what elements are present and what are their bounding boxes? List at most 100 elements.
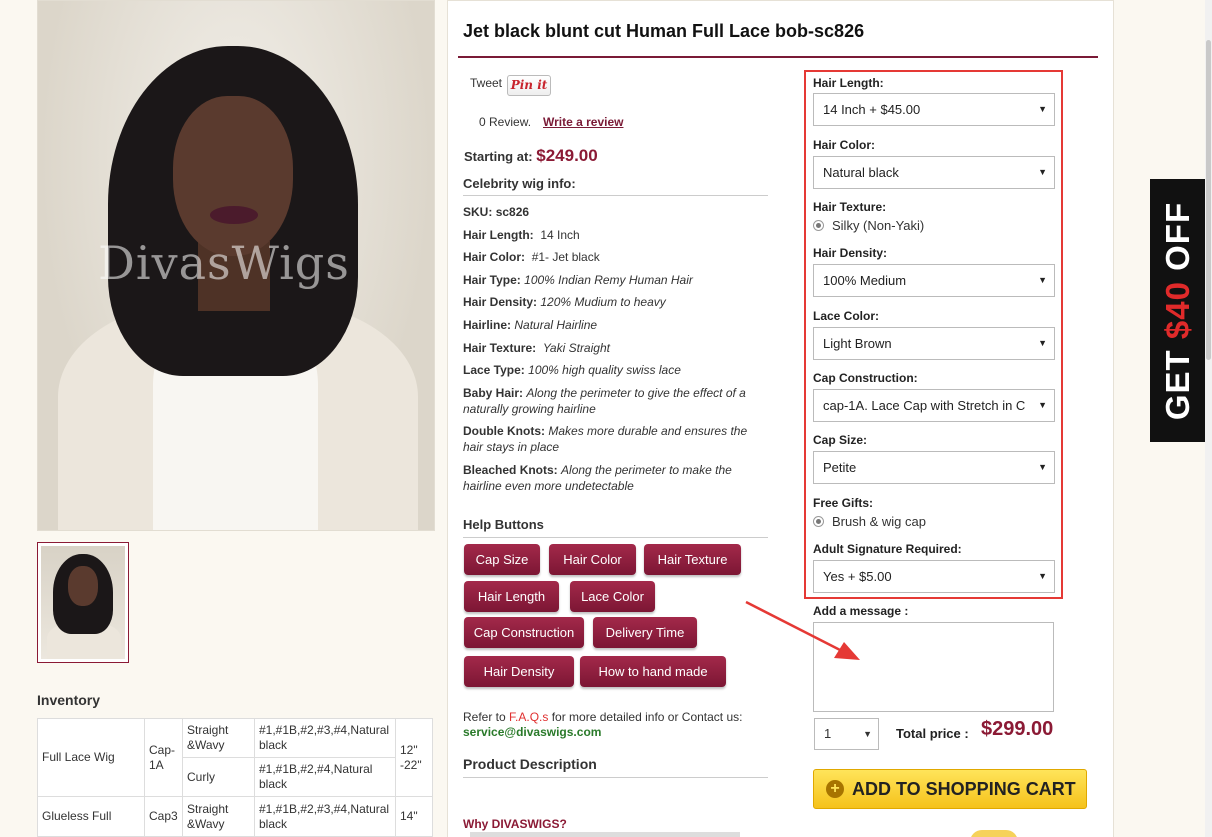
hair-length-select[interactable]: 14 Inch + $45.00 ▼ [813,93,1055,126]
chevron-down-icon: ▼ [1038,571,1047,581]
inventory-title: Inventory [37,692,101,708]
review-count: 0 Review. [479,115,532,129]
description-divider [463,777,768,778]
info-title: Celebrity wig info: [463,176,576,191]
tweet-button[interactable]: Tweet [470,76,502,90]
trust-badge [970,830,1018,837]
inventory-cell-type: Full Lace Wig [37,718,145,797]
lace-color-label: Lace Color: [813,309,880,323]
hair-texture-radio[interactable]: Silky (Non-Yaki) [813,218,924,233]
product-thumbnail[interactable] [37,542,129,663]
starting-price: Starting at: $249.00 [464,146,598,166]
chevron-down-icon: ▼ [1038,104,1047,114]
inventory-cell-texture: Straight &Wavy [182,718,255,758]
scrollbar-thumb[interactable] [1206,40,1211,360]
help-title: Help Buttons [463,517,544,532]
cap-construction-select[interactable]: cap-1A. Lace Cap with Stretch in C ▼ [813,389,1055,422]
image-watermark: DivasWigs [98,236,350,290]
title-divider [458,56,1098,58]
inventory-table: Full Lace Wig Cap-1A Straight &Wavy #1,#… [37,718,433,837]
chevron-down-icon: ▼ [1038,462,1047,472]
annotation-arrow-icon [745,600,860,660]
help-button-cap-size[interactable]: Cap Size [464,544,540,575]
hair-density-select[interactable]: 100% Medium ▼ [813,264,1055,297]
info-row-baby-hair: Baby Hair: Along the perimeter to give t… [463,385,746,416]
hair-density-label: Hair Density: [813,246,888,260]
chevron-down-icon: ▼ [1038,400,1047,410]
help-divider [463,537,768,538]
total-price-value: $299.00 [981,718,1054,740]
photo-face [173,96,293,256]
signature-label: Adult Signature Required: [813,542,962,556]
free-gifts-label: Free Gifts: [813,496,874,510]
inventory-cell-cap: Cap3 [144,796,183,837]
wig-info-list: SKU: sc826 Hair Length: 14 Inch Hair Col… [463,204,768,501]
help-button-lace-color[interactable]: Lace Color [570,581,655,612]
faq-link[interactable]: F.A.Q.s [509,710,548,724]
pinit-button[interactable]: Pin it [507,75,551,96]
inventory-cell-texture: Curly [182,757,255,797]
help-button-cap-construction[interactable]: Cap Construction [464,617,584,648]
product-description-title: Product Description [463,756,597,772]
contact-email-link[interactable]: service@divaswigs.com [463,725,601,739]
inventory-cell-texture: Straight &Wavy [182,796,255,837]
write-review-link[interactable]: Write a review [543,115,623,129]
free-gifts-radio[interactable]: Brush & wig cap [813,514,926,529]
inventory-cell-colors: #1,#1B,#2,#3,#4,Natural black [254,796,396,837]
chevron-down-icon: ▼ [1038,338,1047,348]
starting-price-value: $249.00 [536,146,598,165]
contact-text: Refer to F.A.Q.s for more detailed info … [463,710,743,724]
total-price-label: Total price : [896,726,969,741]
thumbnail-image [41,546,125,659]
info-row-bleached-knots: Bleached Knots: Along the perimeter to m… [463,462,732,493]
help-button-delivery-time[interactable]: Delivery Time [593,617,697,648]
help-button-hair-texture[interactable]: Hair Texture [644,544,741,575]
cap-size-select[interactable]: Petite ▼ [813,451,1055,484]
inventory-cell-colors: #1,#1B,#2,#4,Natural black [254,757,396,797]
inventory-cell-cap: Cap-1A [144,718,183,797]
product-title: Jet black blunt cut Human Full Lace bob-… [463,21,865,41]
add-to-cart-button[interactable]: + ADD TO SHOPPING CART [813,769,1087,809]
plus-icon: + [826,780,844,798]
why-divaswigs-heading: Why DIVASWIGS? [463,817,567,831]
table-row: Glueless Full Cap3 Straight &Wavy #1,#1B… [37,796,433,837]
info-row-length: Hair Length: 14 Inch [463,227,580,242]
info-divider [463,195,768,196]
starting-label: Starting at: [464,149,533,164]
inventory-cell-length: 14" [395,796,433,837]
quantity-select[interactable]: 1 ▼ [814,718,879,750]
hair-length-label: Hair Length: [813,76,884,90]
info-row-density: Hair Density: 120% Mudium to heavy [463,295,666,310]
page-scrollbar[interactable] [1205,0,1212,837]
info-row-double-knots: Double Knots: Makes more durable and ens… [463,424,748,455]
inventory-cell-length: 12" -22" [395,718,433,797]
hair-color-label: Hair Color: [813,138,876,152]
table-row: Full Lace Wig Cap-1A Straight &Wavy #1,#… [37,718,433,797]
help-button-hair-color[interactable]: Hair Color [549,544,636,575]
info-row-color: Hair Color: #1- Jet black [463,250,600,265]
info-row-sku: SKU: sc826 [463,205,530,219]
info-row-lace: Lace Type: 100% high quality swiss lace [463,363,681,378]
description-text-cutoff [470,832,740,837]
promo-text: GET $40 OFF [1158,201,1196,420]
radio-selected-icon[interactable] [813,220,824,231]
discount-promo-banner[interactable]: GET $40 OFF [1150,179,1205,442]
signature-select[interactable]: Yes + $5.00 ▼ [813,560,1055,593]
photo-lips [210,206,258,224]
help-button-how-to-hand-made[interactable]: How to hand made [580,656,726,687]
info-row-hairline: Hairline: Natural Hairline [463,317,598,332]
hair-texture-label: Hair Texture: [813,200,887,214]
radio-selected-icon[interactable] [813,516,824,527]
help-button-hair-length[interactable]: Hair Length [464,581,559,612]
chevron-down-icon: ▼ [863,729,872,739]
inventory-cell-type: Glueless Full [37,796,145,837]
inventory-cell-colors: #1,#1B,#2,#3,#4,Natural black [254,718,396,758]
hair-color-select[interactable]: Natural black ▼ [813,156,1055,189]
chevron-down-icon: ▼ [1038,275,1047,285]
cap-size-label: Cap Size: [813,433,868,447]
help-button-hair-density[interactable]: Hair Density [464,656,574,687]
product-main-image[interactable]: DivasWigs [37,0,435,531]
cap-construction-label: Cap Construction: [813,371,918,385]
lace-color-select[interactable]: Light Brown ▼ [813,327,1055,360]
info-row-texture: Hair Texture: Yaki Straight [463,340,610,355]
